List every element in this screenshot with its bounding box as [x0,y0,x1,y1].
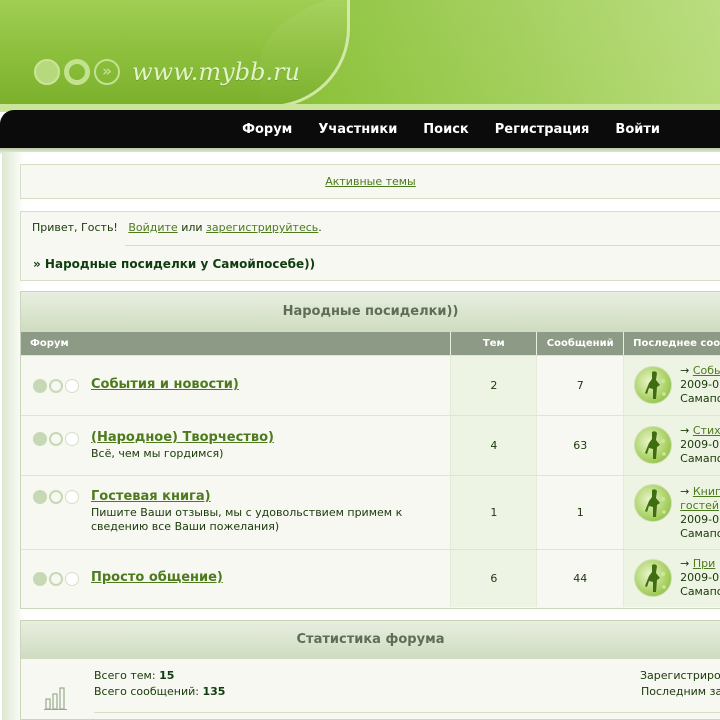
stats-title: Статистика форума [21,621,720,659]
nav-forum[interactable]: Форум [242,122,292,137]
register-link[interactable]: зарегистрируйтесь [206,221,318,234]
forum-cell: (Народное) Творчество) Всё, чем мы горди… [21,416,452,475]
welcome-divider [125,245,720,246]
forum-title-link[interactable]: Гостевая книга) [91,489,211,504]
last-post-topic: → При [680,557,716,570]
col-forum: Форум [21,332,452,355]
logo-arrow-icon: » [94,59,120,85]
forum-posts-count: 1 [537,476,625,549]
forum-status-icon [33,379,79,393]
stats-registered: Зарегистриро [640,669,720,682]
forum-status-icon [33,432,79,446]
header-glow [260,0,720,112]
last-post-link[interactable]: Книг [693,485,720,498]
avatar[interactable] [634,559,673,597]
forum-category: Народные посиделки)) Форум Тем Сообщений… [20,291,720,609]
stats-posts-value: 135 [202,685,226,698]
forum-last-post: → Книг гостей 2009-0 Самапо [624,476,720,549]
active-topics-bar: Активные темы [20,164,720,199]
nav-register[interactable]: Регистрация [495,122,590,137]
stats-topics-label: Всего тем: [94,669,156,682]
stats-posts: Всего сообщений: 135 [94,685,225,698]
logo-dot-icon [34,59,60,85]
forum-topics-count: 6 [451,550,538,607]
logo-ring-icon [64,59,90,85]
avatar[interactable] [634,366,673,404]
welcome-hello: Привет, Гость! [32,221,118,234]
forum-description: Пишите Ваши отзывы, мы с удовольствием п… [91,506,403,533]
forum-topics-count: 1 [451,476,538,549]
col-last-post: Последнее сообщение [633,338,720,349]
nav-search[interactable]: Поиск [423,122,468,137]
welcome-dot: . [318,221,322,234]
last-post-author: Самапо [680,392,720,405]
last-post-topic-cont: гостей [680,499,719,513]
site-header: » www.mybb.ru [0,0,720,112]
forum-row: Просто общение) 6 44 → При 2009-0 Самапо [21,549,720,607]
forum-topics-count: 4 [451,416,538,475]
nav-login[interactable]: Войти [615,122,660,137]
forum-posts-count: 7 [537,356,625,415]
last-post-date: 2009-0 [680,378,720,391]
last-post-topic: → Книг [680,485,720,498]
last-post-topic: → Стих [680,424,720,437]
forum-last-post: → Собы 2009-0 Самапо [624,356,720,415]
forum-title-link[interactable]: Просто общение) [91,570,223,585]
breadcrumb: » Народные посиделки у Самойпосебе)) [33,257,316,271]
welcome-box: Привет, Гость! Войдите или зарегистрируй… [20,211,720,281]
welcome-or: или [181,221,203,234]
last-post-author: Самапо [680,527,720,540]
col-posts: Сообщений [537,332,625,355]
site-logo[interactable]: » www.mybb.ru [34,58,300,86]
forum-last-post: → При 2009-0 Самапо [624,550,720,607]
forum-description: Всё, чем мы гордимся) [91,447,224,460]
last-post-link[interactable]: Собы [693,364,720,377]
last-post-date: 2009-0 [680,438,720,451]
login-link[interactable]: Войдите [128,221,177,234]
last-post-link[interactable]: Стих [693,424,720,437]
logo-text: www.mybb.ru [132,58,301,86]
category-title: Народные посиделки)) [21,292,720,332]
avatar[interactable] [634,484,673,522]
welcome-greeting: Привет, Гость! Войдите или зарегистрируй… [32,221,322,234]
last-post-author: Самапо [680,585,720,598]
stats-newest: Последним за [641,685,720,698]
stats-topics: Всего тем: 15 [94,669,174,682]
forum-status-icon [33,572,79,586]
forum-last-post: → Стих 2009-0 Самапо [624,416,720,475]
nav-members[interactable]: Участники [318,122,397,137]
forum-posts-count: 63 [537,416,625,475]
last-post-author: Самапо [680,452,720,465]
stats-divider [94,712,720,713]
forum-posts-count: 44 [537,550,625,607]
stats-topics-value: 15 [159,669,175,682]
forum-row: (Народное) Творчество) Всё, чем мы горди… [21,415,720,475]
forum-row: События и новости) 2 7 → Собы 2009-0 Сам… [21,355,720,415]
avatar[interactable] [634,426,673,464]
last-post-link-cont[interactable]: гостей [680,499,719,512]
forum-title-link[interactable]: События и новости) [91,377,239,392]
active-topics-link[interactable]: Активные темы [325,175,416,188]
forum-table-header: Форум Тем Сообщений Последнее сообщение [21,332,720,355]
last-post-link[interactable]: При [693,557,715,570]
stats-chart-icon [44,685,68,714]
stats-posts-label: Всего сообщений: [94,685,199,698]
forum-status-icon [33,490,79,504]
last-post-date: 2009-0 [680,513,720,526]
forum-row: Гостевая книга) Пишите Ваши отзывы, мы с… [21,475,720,549]
col-topics: Тем [451,332,538,355]
main-nav: Форум Участники Поиск Регистрация Войти [0,110,720,148]
forum-topics-count: 2 [451,356,538,415]
forum-cell: Просто общение) [21,550,452,607]
forum-cell: События и новости) [21,356,452,415]
last-post-date: 2009-0 [680,571,720,584]
forum-title-link[interactable]: (Народное) Творчество) [91,430,274,445]
last-post-topic: → Собы [680,364,720,378]
forum-cell: Гостевая книга) Пишите Ваши отзывы, мы с… [21,476,452,549]
